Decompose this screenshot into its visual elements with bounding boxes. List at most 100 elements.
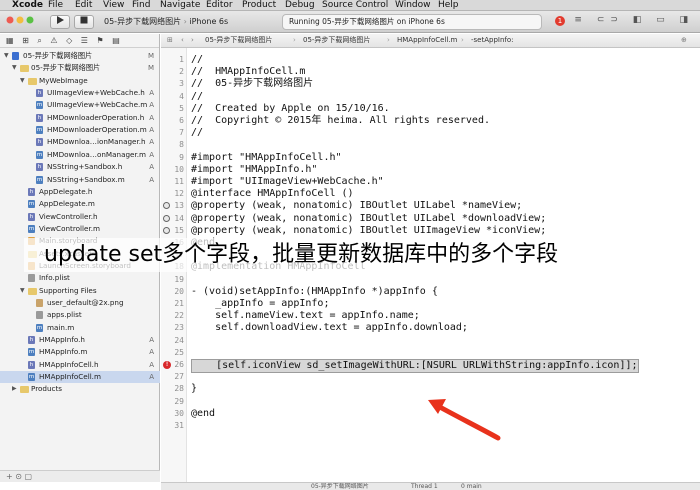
menu-navigate[interactable]: Navigate [160,0,200,10]
navigator-item[interactable]: h HMAppInfoCell.h A [0,359,160,371]
navigator-item[interactable]: m AppDelegate.m [0,198,160,210]
disclosure-open-icon[interactable]: ▼ [12,62,17,74]
outlet-connection-icon[interactable] [163,214,170,222]
navigator-item[interactable]: Info.plist [0,272,160,284]
code-line[interactable]: 22 self.nameView.text = appInfo.name; [161,310,700,322]
navigator-item[interactable]: apps.plist [0,309,160,321]
code-line[interactable]: 5 // Created by Apple on 15/10/16. [161,103,700,115]
menu-window[interactable]: Window [395,0,431,10]
code-text: @end [191,407,216,419]
navigator-item[interactable]: m NSString+Sandbox.m A [0,174,160,186]
disclosure-open-icon[interactable]: ▼ [4,50,9,62]
scheme-selector[interactable]: 05-异步下载网络图片 › iPhone 6s [104,15,228,29]
code-line[interactable]: 1 // [161,54,700,66]
code-line[interactable]: 11 #import "UIImageView+WebCache.h" [161,176,700,188]
jump-crumb-file[interactable]: HMAppInfoCell.m [397,34,457,47]
code-text: @property (weak, nonatomic) IBOutlet UII… [191,224,547,236]
jump-crumb-group[interactable]: 05-异步下载网络图片 [303,34,370,47]
jump-crumb-project[interactable]: 05-异步下载网络图片 [205,34,272,47]
navigator-item[interactable]: ▼ 05-异步下载网络图片 M [0,62,160,74]
code-line[interactable]: 8 [161,139,700,151]
add-editor-icon[interactable]: ⊕ [681,34,687,47]
code-text: // [191,90,204,102]
disclosure-open-icon[interactable]: ▼ [20,285,25,297]
menu-help[interactable]: Help [438,0,459,10]
code-line[interactable]: 21 _appInfo = appInfo; [161,298,700,310]
plist-file-icon [28,274,35,283]
run-button[interactable] [50,15,70,29]
navigator-item[interactable]: ▶ Products [0,383,160,395]
code-line[interactable]: 13 @property (weak, nonatomic) IBOutlet U… [161,200,700,212]
code-line[interactable]: 23 self.downloadView.text = appInfo.down… [161,322,700,334]
code-line[interactable]: 19 [161,274,700,286]
code-line[interactable]: 27 [161,371,700,383]
scm-status: A [149,113,154,122]
navigator-item-label: HMAppInfoCell.m [39,372,101,382]
navigator-item[interactable]: h HMDownloa…ionManager.h A [0,136,160,148]
menu-find[interactable]: Find [132,0,150,10]
issue-count-badge[interactable]: 1 [555,16,565,26]
navigator-item[interactable]: h HMAppInfo.h A [0,334,160,346]
error-icon[interactable]: ! [163,361,171,369]
chevron-right-icon[interactable]: › [191,34,194,47]
code-line[interactable]: 12 @interface HMAppInfoCell () [161,188,700,200]
debug-crumb-target[interactable]: 05-异步下载网络图片 [311,483,369,490]
code-line[interactable]: 24 [161,335,700,347]
outlet-connection-icon[interactable] [163,226,170,234]
code-line[interactable]: 3 // 05-异步下载网络图片 [161,78,700,90]
h-file-icon: h [36,163,43,172]
m-file-icon: m [36,101,43,110]
activity-status: Running 05-异步下载网络图片 on iPhone 6s [289,17,445,26]
navigator-item[interactable]: h HMDownloaderOperation.h A [0,112,160,124]
chevron-left-icon[interactable]: ‹ [181,34,184,47]
menu-editor[interactable]: Editor [206,0,233,10]
navigator-item[interactable]: h ViewController.h [0,211,160,223]
navigator-item[interactable]: h UIImageView+WebCache.h A [0,87,160,99]
navigator-item[interactable]: h NSString+Sandbox.h A [0,161,160,173]
editor-mode-controls[interactable]: ≡ ⊂⊃ ◧ ▭ ◨ [574,15,694,25]
code-line[interactable]: 4 // [161,91,700,103]
menu-debug[interactable]: Debug [285,0,315,10]
menu-view[interactable]: View [103,0,124,10]
code-line[interactable]: 9 #import "HMAppInfoCell.h" [161,152,700,164]
navigator-item[interactable]: ▼ 05-异步下载网络图片 M [0,50,160,62]
code-line[interactable]: 6 // Copyright © 2015年 heima. All rights … [161,115,700,127]
related-items-icon[interactable]: ⊞ [167,34,173,47]
code-line[interactable]: 25 [161,347,700,359]
debug-crumb-thread[interactable]: Thread 1 [411,483,438,490]
disclosure-closed-icon[interactable]: ▶ [12,383,17,395]
menu-product[interactable]: Product [242,0,276,10]
navigator-item[interactable]: m HMAppInfo.m A [0,346,160,358]
navigator-item[interactable]: m HMDownloaderOperation.m A [0,124,160,136]
navigator-item[interactable]: user_default@2x.png [0,297,160,309]
navigator-item[interactable]: m HMAppInfoCell.m A [0,371,160,384]
code-line[interactable]: 10 #import "HMAppInfo.h" [161,164,700,176]
navigator-item[interactable]: m ViewController.m [0,223,160,235]
navigator-selector-bar[interactable]: ▦ ⊞ ⌕ ⚠ ◇ ☰ ⚑ ▤ [0,34,159,48]
code-line[interactable]: 20 - (void)setAppInfo:(HMAppInfo *)appInf… [161,286,700,298]
menu-file[interactable]: File [48,0,63,10]
menu-xcode[interactable]: Xcode [12,0,43,10]
jump-crumb-method[interactable]: -setAppInfo: [471,34,514,47]
navigator-item[interactable]: ▼ Supporting Files [0,285,160,297]
code-line[interactable]: 15 @property (weak, nonatomic) IBOutlet U… [161,225,700,237]
navigator-item[interactable]: m HMDownloa…onManager.m A [0,149,160,161]
disclosure-open-icon[interactable]: ▼ [20,75,25,87]
debug-crumb-frame[interactable]: 0 main [461,483,482,490]
code-line[interactable]: 7 // [161,127,700,139]
menu-source-control[interactable]: Source Control [322,0,388,10]
navigator-item[interactable]: ▼ MyWebImage [0,75,160,87]
code-line[interactable]: 2 // HMAppInfoCell.m [161,66,700,78]
navigator-item[interactable]: h AppDelegate.h [0,186,160,198]
navigator-item[interactable]: m main.m [0,322,160,334]
stop-button[interactable] [74,15,94,29]
code-line[interactable]: 14 @property (weak, nonatomic) IBOutlet U… [161,213,700,225]
line-number: 8 [179,140,184,150]
navigator-filter-bar[interactable]: + ⊙ ▢ [0,470,160,482]
menu-edit[interactable]: Edit [75,0,92,10]
scheme-device: iPhone 6s [189,17,229,26]
code-line[interactable]: 26 [self.iconView sd_setImageWithURL:[NS… [161,359,700,374]
proj-file-icon [12,52,19,60]
navigator-item[interactable]: m UIImageView+WebCache.m A [0,99,160,111]
line-number: 25 [174,347,184,357]
